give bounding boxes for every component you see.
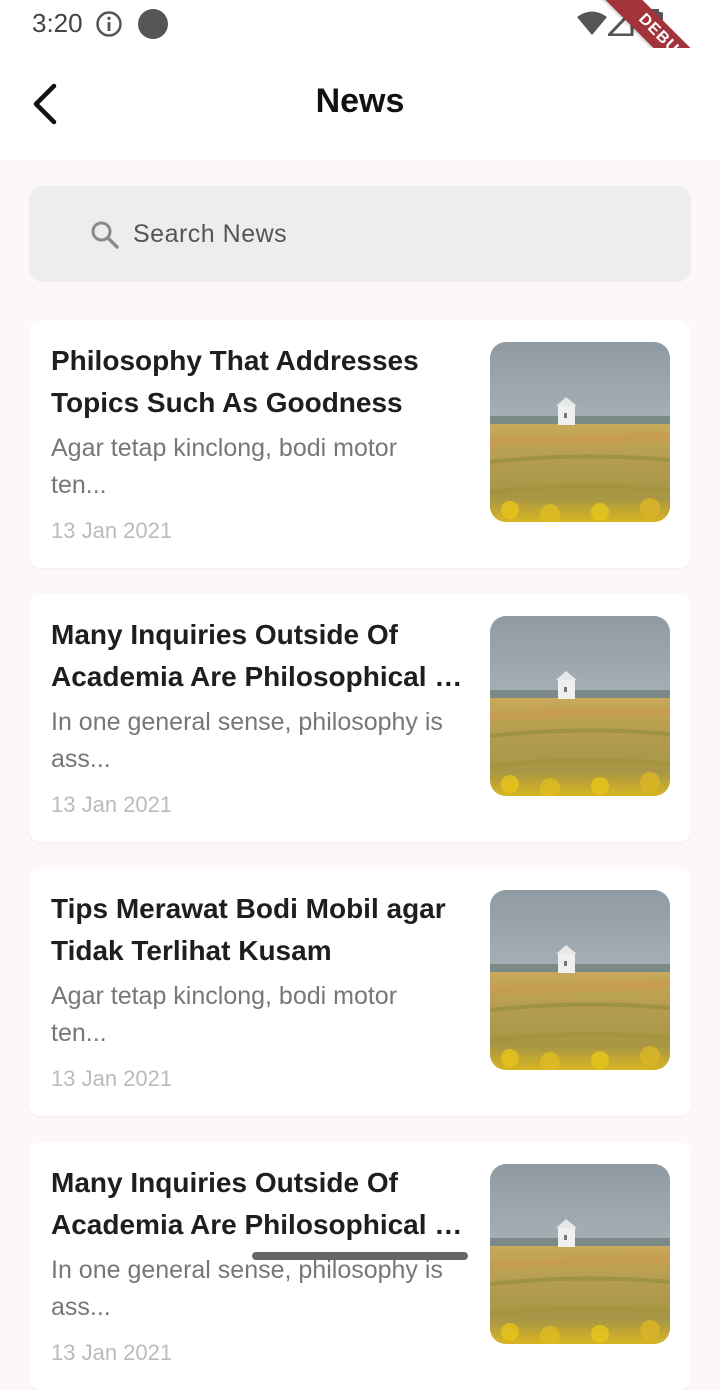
news-title: Many Inquiries Outside Of Academia Are P… — [51, 1167, 469, 1240]
news-summary: In one general sense, philosophy is ass.… — [51, 708, 443, 773]
news-card[interactable]: Many Inquiries Outside Of Academia Are P… — [29, 1142, 691, 1390]
news-date: 13 Jan 2021 — [51, 518, 173, 543]
home-indicator[interactable] — [252, 1252, 468, 1260]
news-summary: Agar tetap kinclong, bodi motor ten... — [51, 982, 398, 1047]
news-summary: Agar tetap kinclong, bodi motor ten... — [51, 434, 398, 499]
news-card[interactable]: Philosophy That Addresses Topics Such As… — [29, 320, 691, 568]
news-date: 13 Jan 2021 — [51, 1066, 173, 1091]
app-bar: News — [0, 48, 720, 160]
news-thumbnail-image — [490, 1164, 670, 1344]
news-thumbnail-image — [490, 616, 670, 796]
page-title: News — [315, 82, 405, 120]
search-icon — [91, 221, 119, 249]
search-bar[interactable] — [29, 186, 691, 282]
status-time: 3:20 — [32, 8, 83, 38]
news-thumbnail-image — [490, 890, 670, 1070]
news-title: Philosophy That Addresses Topics Such As… — [51, 345, 419, 418]
news-thumbnail-image — [490, 342, 670, 522]
notification-dot-icon — [138, 9, 168, 39]
news-date: 13 Jan 2021 — [51, 1340, 173, 1365]
news-date: 13 Jan 2021 — [51, 792, 173, 817]
news-summary: In one general sense, philosophy is ass.… — [51, 1256, 443, 1321]
news-card[interactable]: Tips Merawat Bodi Mobil agar Tidak Terli… — [29, 868, 691, 1116]
news-title: Many Inquiries Outside Of Academia Are P… — [51, 619, 469, 692]
wifi-icon — [577, 11, 607, 35]
search-input[interactable] — [133, 206, 673, 262]
news-title: Tips Merawat Bodi Mobil agar Tidak Terli… — [51, 893, 446, 966]
info-icon — [96, 11, 122, 37]
news-card[interactable]: Many Inquiries Outside Of Academia Are P… — [29, 594, 691, 842]
